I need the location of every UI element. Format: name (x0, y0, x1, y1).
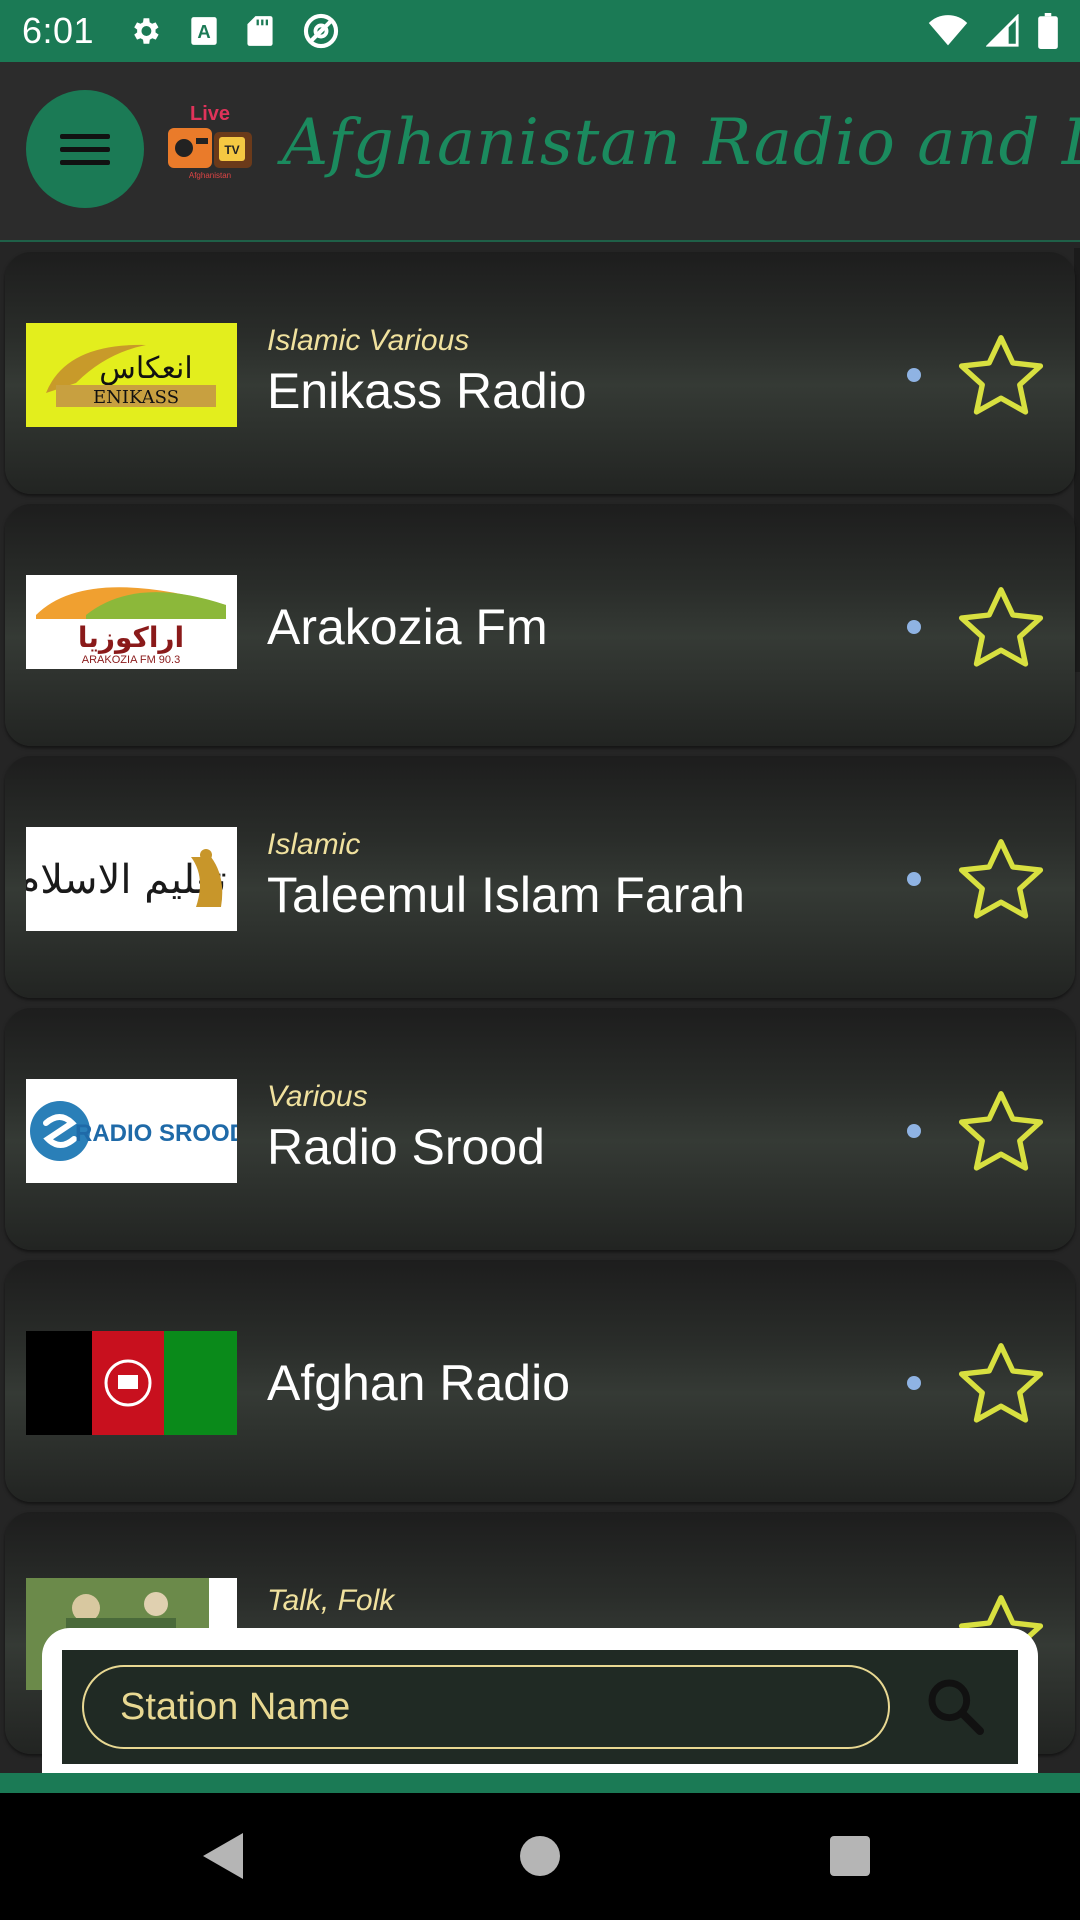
search-icon[interactable] (924, 1675, 988, 1739)
svg-text:ENIKASS: ENIKASS (93, 387, 179, 408)
station-logo (26, 1331, 237, 1435)
station-logo: اراکوزیا ARAKOZIA FM 90.3 (26, 575, 237, 669)
status-bar: 6:01 A (0, 0, 1080, 62)
station-card[interactable]: انعکاس ENIKASS Islamic Various Enikass R… (5, 252, 1075, 494)
station-card[interactable]: Afghan Radio (5, 1260, 1075, 1502)
status-dot-icon (907, 1376, 921, 1390)
back-icon[interactable] (203, 1833, 243, 1879)
svg-text:انعکاس: انعکاس (99, 351, 193, 386)
station-logo: تعلیم الاسلام (26, 827, 237, 931)
svg-text:اراکوزیا: اراکوزیا (78, 621, 184, 654)
favorite-star-icon[interactable] (955, 836, 1047, 924)
status-dot-icon (907, 368, 921, 382)
station-card[interactable]: تعلیم الاسلام Islamic Taleemul Islam Far… (5, 756, 1075, 998)
battery-icon (1038, 13, 1058, 49)
svg-text:ARAKOZIA FM 90.3: ARAKOZIA FM 90.3 (82, 654, 180, 666)
svg-text:RADIO SROOD: RADIO SROOD (75, 1120, 237, 1147)
station-genre: Various (267, 1080, 368, 1113)
app-toolbar: Live TV Afghanistan Afghanistan Radio an… (0, 62, 1080, 242)
status-dot-icon (907, 1124, 921, 1138)
hamburger-icon (60, 126, 110, 173)
app-logo: Live TV Afghanistan (164, 102, 256, 182)
status-dot-icon (907, 872, 921, 886)
station-name: Radio Srood (267, 1119, 545, 1175)
home-icon[interactable] (520, 1836, 560, 1876)
station-name: Taleemul Islam Farah (267, 867, 745, 923)
app-title: Afghanistan Radio and Live TV (282, 106, 1080, 180)
wifi-icon (928, 15, 968, 47)
search-bar (62, 1650, 1018, 1764)
station-genre: Islamic Various (267, 324, 470, 357)
logo-sub-text: Afghanistan (189, 171, 231, 180)
sd-card-icon (246, 15, 274, 47)
favorite-star-icon[interactable] (955, 1088, 1047, 1176)
station-genre: Talk, Folk (267, 1584, 395, 1617)
no-disturb-icon (302, 12, 340, 50)
station-logo: انعکاس ENIKASS (26, 323, 237, 427)
favorite-star-icon[interactable] (955, 332, 1047, 420)
station-genre: Islamic (267, 828, 361, 861)
menu-button[interactable] (26, 90, 144, 208)
favorite-star-icon[interactable] (955, 584, 1047, 672)
svg-text:TV: TV (224, 143, 239, 157)
recent-apps-icon[interactable] (830, 1836, 870, 1876)
cell-signal-icon (986, 14, 1020, 48)
status-dot-icon (907, 620, 921, 634)
bottom-accent-bar (0, 1773, 1080, 1793)
text-a-icon: A (190, 16, 218, 46)
station-name: Arakozia Fm (267, 599, 548, 655)
logo-live-text: Live (190, 103, 230, 125)
status-time: 6:01 (22, 10, 95, 51)
station-search-input[interactable] (82, 1665, 890, 1749)
favorite-star-icon[interactable] (955, 1340, 1047, 1428)
station-name: Enikass Radio (267, 363, 587, 419)
app-screen: 6:01 A Live TV Afghanistan Afghanistan R… (0, 0, 1080, 1920)
station-card[interactable]: اراکوزیا ARAKOZIA FM 90.3 Arakozia Fm (5, 504, 1075, 746)
station-logo: RADIO SROOD (26, 1079, 237, 1183)
system-navigation-bar (0, 1793, 1080, 1920)
station-name: Afghan Radio (267, 1355, 571, 1411)
settings-icon (128, 14, 162, 48)
svg-text:A: A (197, 21, 210, 42)
station-card[interactable]: RADIO SROOD Various Radio Srood (5, 1008, 1075, 1250)
search-panel (42, 1628, 1038, 1778)
